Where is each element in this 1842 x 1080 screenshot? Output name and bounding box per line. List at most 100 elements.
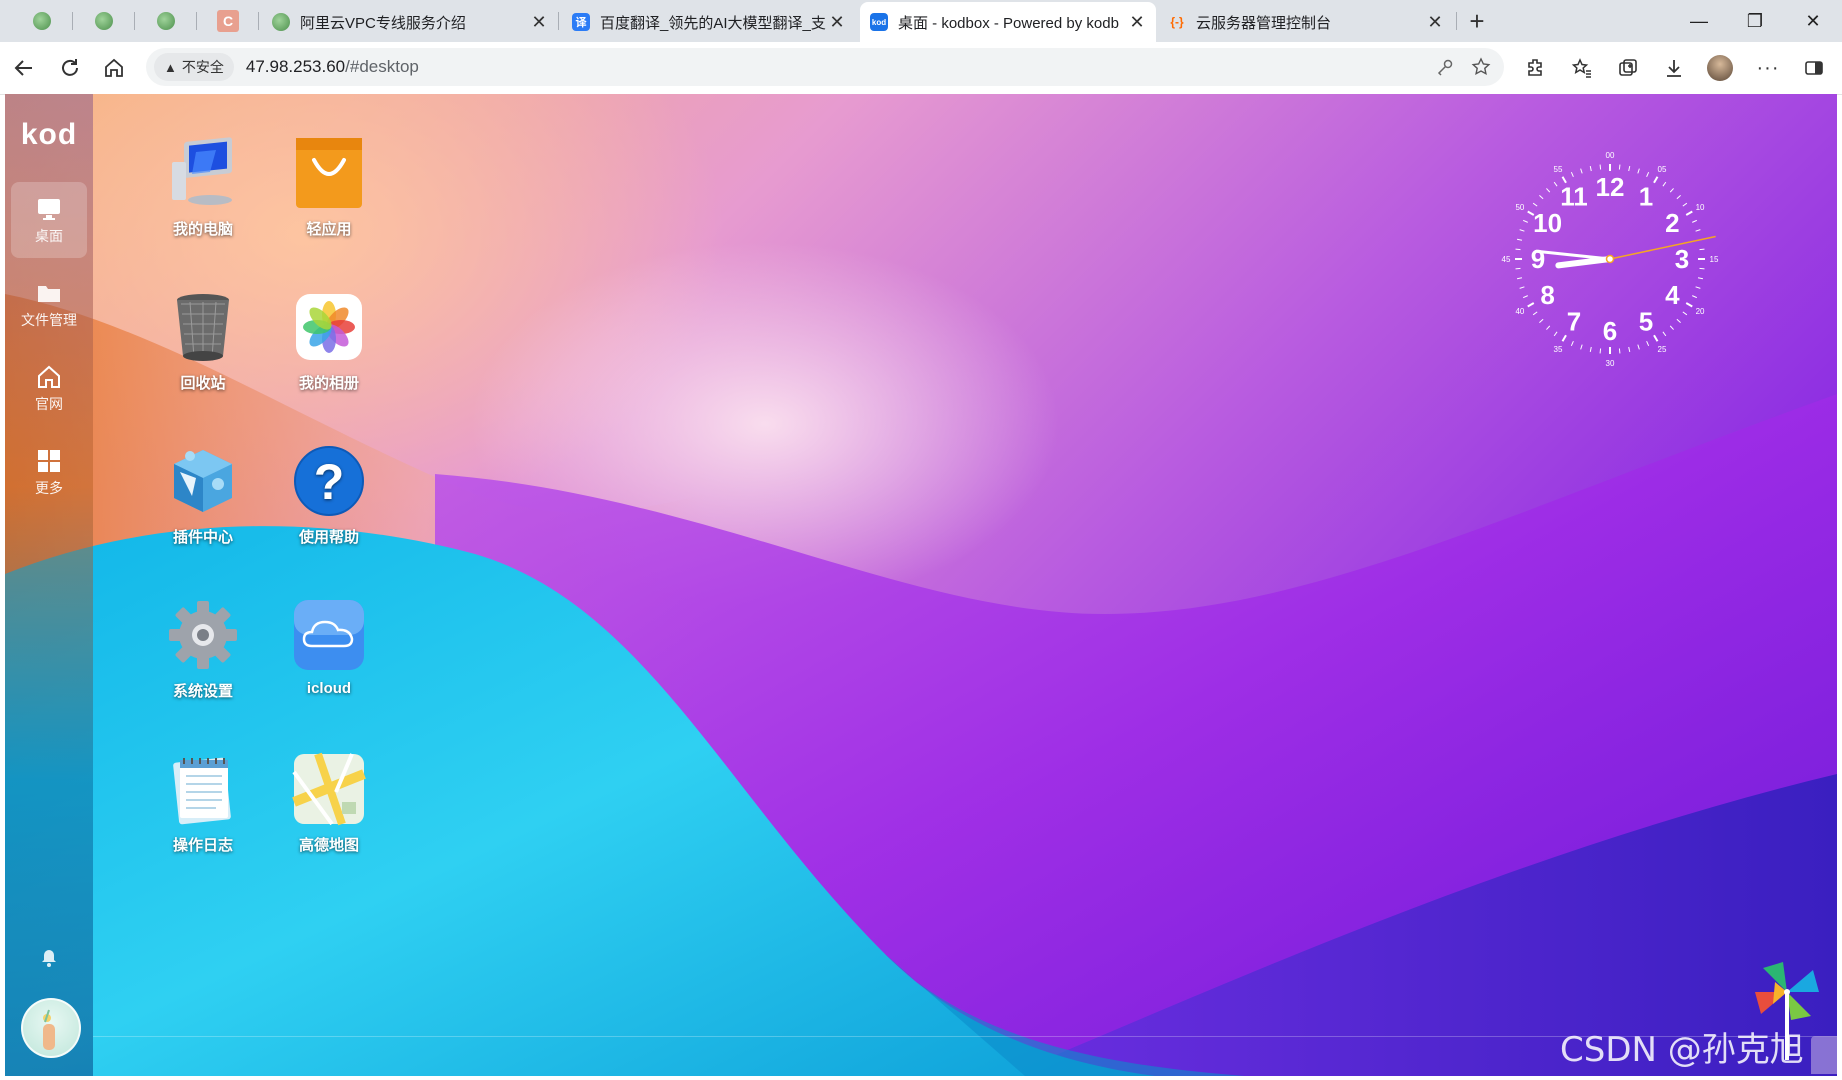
desktop-icon-recycle-bin[interactable]: 回收站 [148,290,258,393]
clock-tick [1653,176,1659,184]
sidebar-item-more[interactable]: 更多 [11,434,87,510]
clock-tick [1646,341,1650,346]
home-button-icon[interactable] [98,52,130,84]
security-indicator[interactable]: ▲ 不安全 [154,53,234,81]
home-icon [11,362,87,392]
clock-tick [1637,168,1640,174]
new-tab-plus-icon[interactable]: + [1462,6,1492,36]
desktop-icon-my-computer[interactable]: 我的电脑 [148,136,258,239]
clock-tick [1662,331,1667,337]
clock-hour-label: 7 [1567,306,1581,336]
app-sidebar: kod 桌面 文件管理 官网 更多 [5,94,93,1076]
leaf-favicon-icon [272,13,290,31]
leaf-favicon-icon [157,12,175,30]
user-avatar[interactable] [21,998,81,1058]
sidebar-item-label: 文件管理 [21,312,77,328]
clock-tick [1599,348,1602,354]
restore-icon[interactable]: ❐ [1732,6,1778,36]
tab-label: 百度翻译_领先的AI大模型翻译_支 [600,14,826,32]
desktop-icon-amap[interactable]: 高德地图 [274,752,384,855]
desktop-icon-icloud[interactable]: icloud [274,598,384,697]
monitor-icon [11,194,87,224]
clock-tick [1532,311,1538,316]
download-icon[interactable] [1658,52,1690,84]
desktop-icon-label: 插件中心 [172,529,233,546]
favorites-icon[interactable] [1566,52,1598,84]
clock-tick [1553,331,1558,337]
clock-tick [1697,277,1704,280]
tab-close-icon[interactable]: ✕ [828,12,846,33]
desktop-icon-operation-log[interactable]: 操作日志 [148,752,258,855]
show-desktop-corner-button[interactable] [1811,1036,1837,1074]
map-icon [292,752,366,826]
profile-avatar[interactable] [1704,52,1736,84]
analog-clock-widget[interactable]: 000510152025303540455055 12 1234567891011 [1500,149,1720,369]
pinned-tab-2[interactable] [78,6,130,36]
sidebar-toggle-icon[interactable] [1798,52,1830,84]
desktop-icon-label: 我的相册 [298,375,359,392]
star-icon[interactable] [1470,56,1492,78]
sidebar-item-official-site[interactable]: 官网 [11,350,87,426]
url-host: 47.98.253.60 [245,57,346,76]
clock-tick [1589,346,1592,353]
clock-hour-label: 10 [1533,208,1562,238]
tab-separator [258,12,259,30]
desktop-icon-help[interactable]: ? 使用帮助 [274,444,384,547]
extensions-puzzle-icon[interactable] [1520,52,1552,84]
tab-baidu-translate[interactable]: 译 百度翻译_领先的AI大模型翻译_支 ✕ [562,4,856,40]
more-menu-icon[interactable]: ··· [1752,52,1784,84]
pinned-tab-3[interactable] [140,6,192,36]
tab-kodbox-desktop[interactable]: kod 桌面 - kodbox - Powered by kodb ✕ [860,2,1156,42]
url-text[interactable]: 47.98.253.60/#desktop [246,57,419,77]
desktop-icon-plugin-center[interactable]: 插件中心 [148,444,258,547]
folder-icon [11,278,87,308]
clock-tick [1628,346,1631,353]
clock-tick [1523,295,1528,299]
refresh-icon[interactable] [54,52,86,84]
tab-label: 云服务器管理控制台 [1196,14,1332,32]
address-bar[interactable]: ▲ 不安全 47.98.253.60/#desktop [146,48,1504,86]
desktop-icon-light-apps[interactable]: 轻应用 [274,136,384,239]
tab-close-icon[interactable]: ✕ [1426,12,1444,33]
desktop-icon-my-album[interactable]: 我的相册 [274,290,384,393]
clock-tick [1546,188,1551,193]
clock-minute-label: 55 [1554,165,1563,174]
cloud-icon [292,598,366,672]
bell-icon[interactable] [39,948,59,968]
clock-tick [1516,238,1523,241]
collections-icon[interactable] [1612,52,1644,84]
clock-tick [1523,219,1528,223]
clock-minute-label: 15 [1710,255,1719,264]
clock-tick [1519,286,1525,289]
pinned-tab-1[interactable] [16,6,68,36]
clock-tick [1628,165,1631,172]
sidebar-item-label: 桌面 [35,228,63,244]
window-close-icon[interactable]: ✕ [1790,6,1836,36]
translate-favicon-icon: 译 [572,13,590,31]
kod-logo[interactable]: kod [15,118,83,152]
tab-aliyun-vpc[interactable]: 阿里云VPC专线服务介绍 ✕ [262,4,558,40]
minimize-icon[interactable]: — [1676,6,1722,36]
clock-hour-hand [1555,256,1613,269]
url-path: /#desktop [345,57,419,76]
clock-hour-label: 6 [1603,316,1617,346]
clock-tick [1570,172,1574,177]
key-icon[interactable] [1434,56,1456,78]
tab-separator [134,12,135,30]
desktop-icon-label: 操作日志 [172,837,233,854]
tab-close-icon[interactable]: ✕ [530,12,548,33]
sidebar-item-label: 更多 [35,480,63,496]
tab-close-icon[interactable]: ✕ [1128,12,1146,33]
clock-tick [1539,195,1544,200]
clock-tick [1669,325,1674,330]
back-arrow-icon[interactable] [8,52,40,84]
clock-tick [1685,210,1693,216]
clock-tick [1653,334,1659,342]
desktop-icon-system-settings[interactable]: 系统设置 [148,598,258,701]
tab-aliyun-console[interactable]: {-} 云服务器管理控制台 ✕ [1158,4,1454,40]
help-icon: ? [292,444,366,518]
pinned-tab-4[interactable]: C [202,6,254,36]
sidebar-item-desktop[interactable]: 桌面 [11,182,87,258]
clock-tick [1527,302,1535,308]
sidebar-item-files[interactable]: 文件管理 [11,266,87,342]
